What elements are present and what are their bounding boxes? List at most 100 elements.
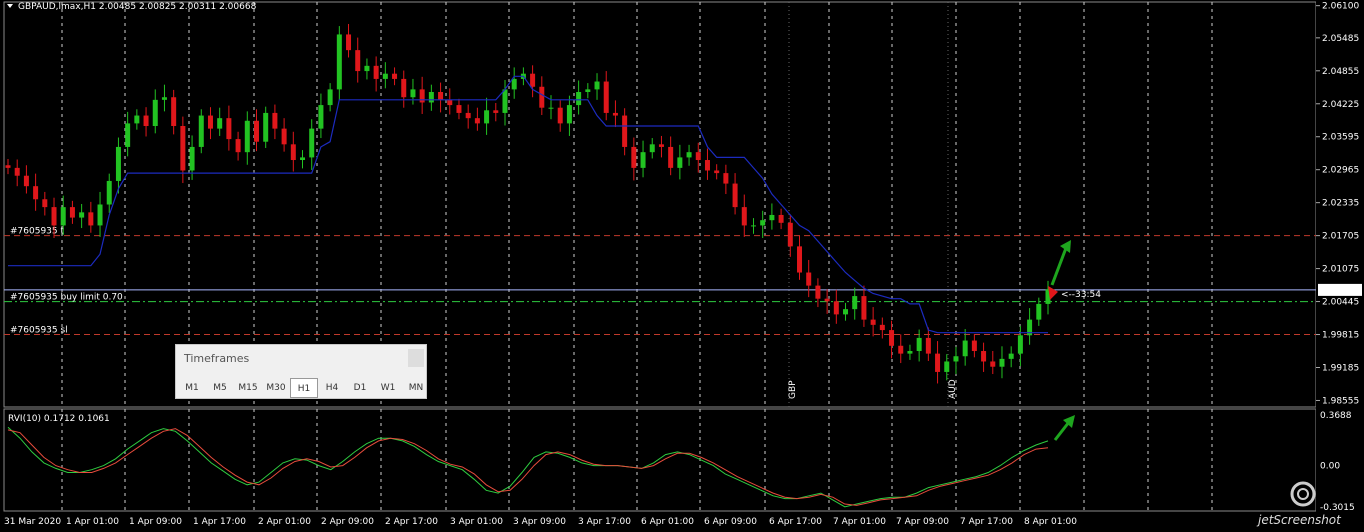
event-label-gbp: GBP bbox=[788, 380, 798, 399]
candle-body bbox=[530, 73, 536, 87]
candle-body bbox=[787, 222, 793, 247]
candle-body bbox=[806, 272, 812, 286]
candle-body bbox=[861, 296, 867, 320]
candle-body bbox=[327, 89, 333, 106]
tf-button-d1[interactable]: D1 bbox=[346, 378, 374, 398]
candle-body bbox=[79, 212, 85, 218]
candle-body bbox=[714, 170, 720, 174]
x-tick-label: 7 Apr 17:00 bbox=[960, 517, 1013, 527]
candle-body bbox=[760, 220, 766, 226]
candle-body bbox=[33, 186, 39, 200]
tf-button-h4[interactable]: H4 bbox=[318, 378, 346, 398]
y-tick-label: 2.04225 bbox=[1322, 100, 1359, 110]
y-tick-label: 2.06100 bbox=[1322, 2, 1359, 12]
x-tick-label: 6 Apr 09:00 bbox=[704, 517, 757, 527]
candle-body bbox=[382, 73, 388, 79]
candle-body bbox=[953, 356, 959, 362]
x-tick-label: 1 Apr 01:00 bbox=[66, 517, 119, 527]
candle-body bbox=[373, 65, 379, 79]
candle-body bbox=[704, 160, 710, 171]
tf-button-m1[interactable]: M1 bbox=[178, 378, 206, 398]
candle-body bbox=[1017, 335, 1023, 354]
rvi-y-tick: 0.3688 bbox=[1320, 411, 1352, 421]
order-line-label: #7605935 sl bbox=[10, 326, 68, 336]
tf-button-h1[interactable]: H1 bbox=[290, 378, 318, 398]
y-tick-label: 2.04855 bbox=[1322, 67, 1359, 77]
x-tick-label: 1 Apr 17:00 bbox=[193, 517, 246, 527]
candle-body bbox=[898, 345, 904, 354]
candle-body bbox=[484, 110, 490, 124]
candle-body bbox=[456, 105, 462, 113]
x-tick-label: 7 Apr 09:00 bbox=[896, 517, 949, 527]
rvi-y-tick: 0.00 bbox=[1320, 462, 1340, 472]
candle-body bbox=[290, 144, 296, 161]
countdown-label: <--33:54 bbox=[1061, 290, 1101, 300]
candle-body bbox=[493, 110, 499, 113]
tf-button-m5[interactable]: M5 bbox=[206, 378, 234, 398]
candle-body bbox=[576, 92, 582, 106]
candle-body bbox=[355, 50, 361, 72]
candle-body bbox=[603, 81, 609, 113]
candle-body bbox=[999, 358, 1005, 367]
candle-body bbox=[60, 207, 66, 226]
x-tick-label: 8 Apr 01:00 bbox=[1024, 517, 1077, 527]
candle-body bbox=[410, 89, 416, 98]
x-tick-label: 6 Apr 17:00 bbox=[769, 517, 822, 527]
candle-body bbox=[106, 180, 112, 205]
timeframes-panel: Timeframes M1 M5 M15 M30 H1 H4 D1 W1 MN bbox=[175, 344, 427, 399]
y-tick-label: 1.99815 bbox=[1322, 331, 1359, 341]
candle-body bbox=[750, 225, 756, 227]
x-tick-label: 1 Apr 09:00 bbox=[129, 517, 182, 527]
candle-body bbox=[346, 34, 352, 51]
candle-body bbox=[152, 99, 158, 127]
candle-body bbox=[677, 157, 683, 168]
candle-body bbox=[14, 167, 20, 176]
order-line-label: #7605935 t bbox=[10, 227, 64, 237]
x-tick-label: 7 Apr 01:00 bbox=[833, 517, 886, 527]
event-label-aud: AUD bbox=[948, 379, 958, 399]
tf-button-mn[interactable]: MN bbox=[402, 378, 430, 398]
candle-body bbox=[640, 152, 646, 168]
tf-button-w1[interactable]: W1 bbox=[374, 378, 402, 398]
y-tick-label: 2.01075 bbox=[1322, 265, 1359, 275]
close-icon[interactable] bbox=[408, 349, 424, 367]
y-tick-label: 2.05485 bbox=[1322, 34, 1359, 44]
x-tick-label: 6 Apr 01:00 bbox=[641, 517, 694, 527]
chart-header: GBPAUD,lmax,H1 2.00485 2.00825 2.00311 2… bbox=[18, 2, 257, 12]
rvi-y-tick: -0.3015 bbox=[1320, 503, 1355, 513]
candle-body bbox=[879, 324, 885, 331]
y-tick-label: 1.99185 bbox=[1322, 363, 1359, 373]
candle-body bbox=[300, 157, 306, 161]
candle-body bbox=[189, 146, 195, 171]
candle-body bbox=[852, 296, 858, 310]
candle-body bbox=[548, 107, 554, 109]
tf-button-m15[interactable]: M15 bbox=[234, 378, 262, 398]
candle-body bbox=[797, 246, 803, 273]
candle-body bbox=[658, 144, 664, 147]
candle-body bbox=[741, 207, 747, 226]
candle-body bbox=[171, 97, 177, 127]
y-tick-label: 2.03595 bbox=[1322, 133, 1359, 143]
green-arrow-icon bbox=[1050, 247, 1068, 286]
candle-body bbox=[907, 351, 913, 354]
candle-body bbox=[5, 165, 11, 168]
candle-body bbox=[125, 123, 131, 147]
dropdown-icon bbox=[7, 4, 13, 8]
watermark: jetScreenshot bbox=[1258, 513, 1341, 527]
candle-body bbox=[566, 105, 572, 124]
candle-body bbox=[732, 183, 738, 208]
candle-body bbox=[207, 115, 213, 129]
candle-body bbox=[244, 120, 250, 153]
candle-body bbox=[981, 351, 987, 362]
tf-button-m30[interactable]: M30 bbox=[262, 378, 290, 398]
candle-body bbox=[769, 214, 775, 221]
candle-body bbox=[465, 112, 471, 119]
chart: 31 Mar 2020 1 Apr 01:00 1 Apr 09:00 1 Apr 1… bbox=[3, 0, 1364, 532]
candle-body bbox=[336, 34, 342, 90]
green-arrow-icon bbox=[1053, 421, 1071, 441]
candle-body bbox=[143, 115, 149, 127]
candle-body bbox=[971, 340, 977, 352]
x-tick-label: 2 Apr 17:00 bbox=[385, 517, 438, 527]
candle-body bbox=[263, 112, 269, 142]
candle-body bbox=[97, 204, 103, 226]
